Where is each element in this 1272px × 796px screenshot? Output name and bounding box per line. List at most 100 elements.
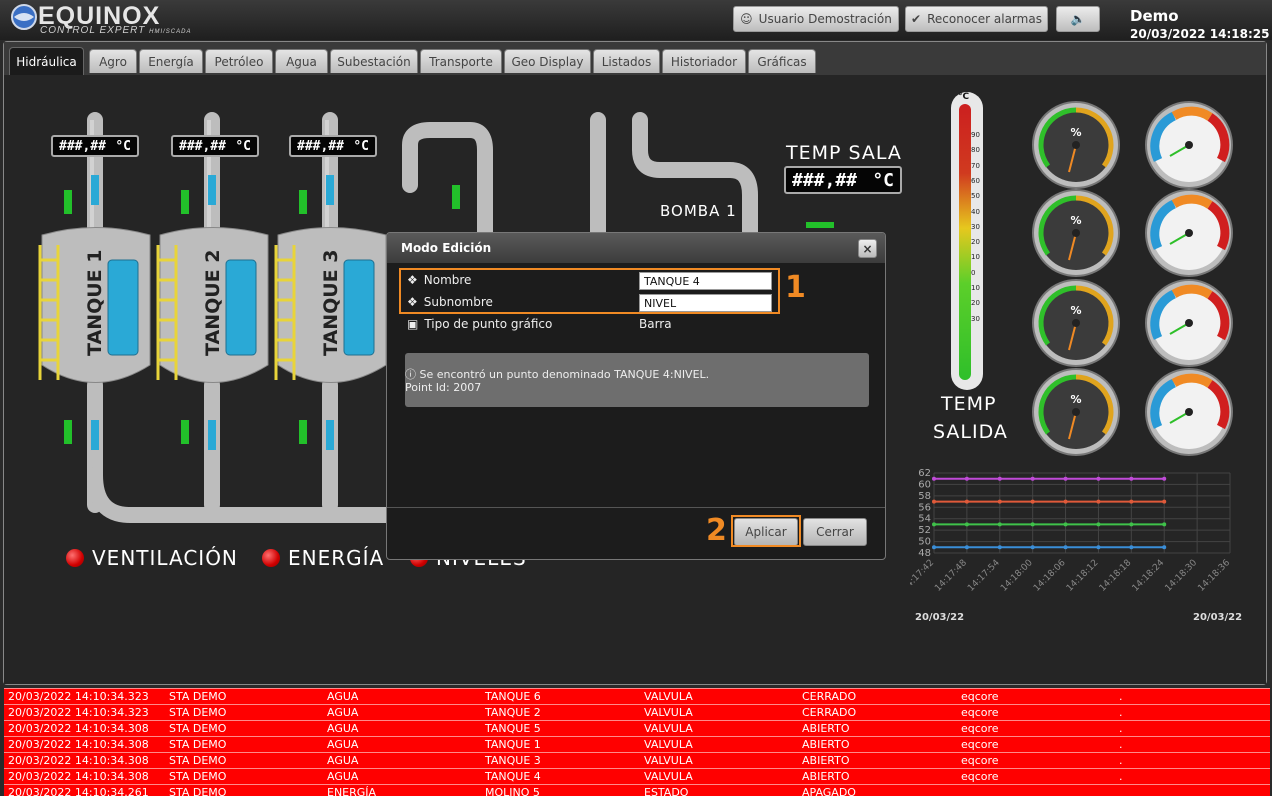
thermometer-tick: 50 [971,192,980,201]
chart-y-tick: 48 [918,548,931,559]
tab-historiador[interactable]: Historiador [662,49,746,73]
chart-point [1096,522,1101,527]
tab-energia[interactable]: Energía [139,49,203,73]
chart-point [932,545,936,550]
tank1-temp-display: ###,## °C [51,135,139,157]
logo-subtitle: CONTROL EXPERT HMI/SCADA [40,25,192,36]
chart-point [1129,499,1134,504]
alarm-area: AGUA [327,706,359,719]
alarm-sta: STA DEMO [169,738,227,751]
chart-point [1129,476,1134,481]
tank3-label: TANQUE 3 [320,249,342,357]
tab-geo-display[interactable]: Geo Display [504,49,591,73]
alarm-row[interactable]: 20/03/2022 14:10:34.323 STA DEMO AGUA TANQU… [4,704,1270,721]
tab-agua[interactable]: Agua [275,49,328,73]
user-name: Demo [1130,7,1179,25]
tab-transporte[interactable]: Transporte [420,49,502,73]
image-icon: ▣ [407,317,419,331]
sound-button[interactable]: 🔈 [1056,6,1100,32]
thermometer-tick: 30 [971,222,980,231]
alarm-mark: . [1119,770,1123,783]
acknowledge-alarms-button[interactable]: ✔ Reconocer alarmas [905,6,1048,32]
alarm-time: 20/03/2022 14:10:34.323 [8,690,149,703]
alarm-row[interactable]: 20/03/2022 14:10:34.308 STA DEMO AGUA TANQU… [4,736,1270,753]
alarm-sta: STA DEMO [169,754,227,767]
alarm-obj: MOLINO 5 [485,786,540,796]
tab-petroleo[interactable]: Petróleo [205,49,273,73]
alarm-type: VALVULA [644,770,693,783]
alarm-sta: STA DEMO [169,690,227,703]
alarm-area: AGUA [327,722,359,735]
tab-listados[interactable]: Listados [593,49,660,73]
chart-point [1162,476,1167,481]
chart-x-tick: 14:18:18 [1098,558,1134,594]
chart-point [1030,522,1035,527]
temp-sala-display: ###,## °C [784,166,902,194]
tab-subestacion[interactable]: Subestación [330,49,418,73]
chart-point [1162,545,1167,550]
chart-date-left: 20/03/22 [915,612,965,623]
alarm-row[interactable]: 20/03/2022 14:10:34.261 STA DEMO ENERGÍA MO… [4,784,1270,796]
tab-graficas[interactable]: Gráficas [748,49,816,73]
alarm-mark: . [1119,738,1123,751]
alarm-type: VALVULA [644,690,693,703]
alarm-area: ENERGÍA [327,786,377,796]
thermometer-fill [959,104,971,380]
chart-x-tick: 14:18:06 [1032,558,1068,594]
user-icon: ☺ [740,12,753,26]
tipo-value: Barra [639,317,672,331]
tab-hidraulica[interactable]: Hidráulica [9,47,84,75]
alarm-row[interactable]: 20/03/2022 14:10:34.308 STA DEMO AGUA TANQU… [4,752,1270,769]
chart-point [964,522,969,527]
alarm-sta: STA DEMO [169,722,227,735]
svg-text:%: % [1070,126,1081,139]
thermometer-tick: 0 [971,268,976,277]
current-datetime: 20/03/2022 14:18:25 [1130,27,1270,41]
temp-salida-label-2: SALIDA [933,421,1008,443]
alarm-row[interactable]: 20/03/2022 14:10:34.308 STA DEMO AGUA TANQU… [4,720,1270,737]
dialog-close-button[interactable]: × [858,239,877,258]
cancel-button[interactable]: Cerrar [803,518,867,546]
alarm-time: 20/03/2022 14:10:34.308 [8,722,149,735]
alarm-state: APAGADO [802,786,856,796]
chart-x-tick: 14:18:00 [999,558,1035,594]
alarm-area: AGUA [327,770,359,783]
alarm-type: VALVULA [644,754,693,767]
tank1-label: TANQUE 1 [84,249,106,357]
energia-status: ENERGÍA [262,546,384,570]
chart-point [964,499,969,504]
alarm-state: ABIERTO [802,754,850,767]
alarm-state: CERRADO [802,690,857,703]
step-2-marker: 2 [706,513,727,548]
alarm-row[interactable]: 20/03/2022 14:10:34.323 STA DEMO AGUA TANQU… [4,688,1270,705]
alarm-time: 20/03/2022 14:10:34.308 [8,738,149,751]
chart-x-tick: 14:18:24 [1131,558,1167,594]
alarm-mark: . [1119,722,1123,735]
equinox-logo: EQUINOX CONTROL EXPERT HMI/SCADA [10,2,190,36]
chart-point [1063,545,1068,550]
chart-date-right: 20/03/22 [1193,612,1243,623]
info-line-2: Point Id: 2007 [405,381,482,394]
chart-y-tick: 58 [918,491,931,502]
thermometer-tick: 10 [971,284,980,292]
chart-point [1063,522,1068,527]
alarm-row[interactable]: 20/03/2022 14:10:34.308 STA DEMO AGUA TANQU… [4,768,1270,785]
tab-agro[interactable]: Agro [89,49,137,73]
alarm-time: 20/03/2022 14:10:34.308 [8,770,149,783]
bomba-label: BOMBA 1 [660,202,737,220]
chart-point [932,476,936,481]
alarm-user: eqcore [961,754,999,767]
chart-point [1096,545,1101,550]
chart-point [1129,522,1134,527]
user-button[interactable]: ☺ Usuario Demostración [733,6,899,32]
chart-y-tick: 54 [918,514,931,525]
thermometer-tick: 20 [971,299,980,308]
temperature-gauge [1145,101,1233,189]
info-icon: ⓘ [405,368,416,381]
alarm-user: eqcore [961,738,999,751]
alarm-area: AGUA [327,738,359,751]
chart-point [1129,545,1134,550]
chart-x-tick: 14:17:48 [933,558,969,594]
chart-x-tick: 14:17:54 [966,558,1002,594]
chart-point [964,476,969,481]
